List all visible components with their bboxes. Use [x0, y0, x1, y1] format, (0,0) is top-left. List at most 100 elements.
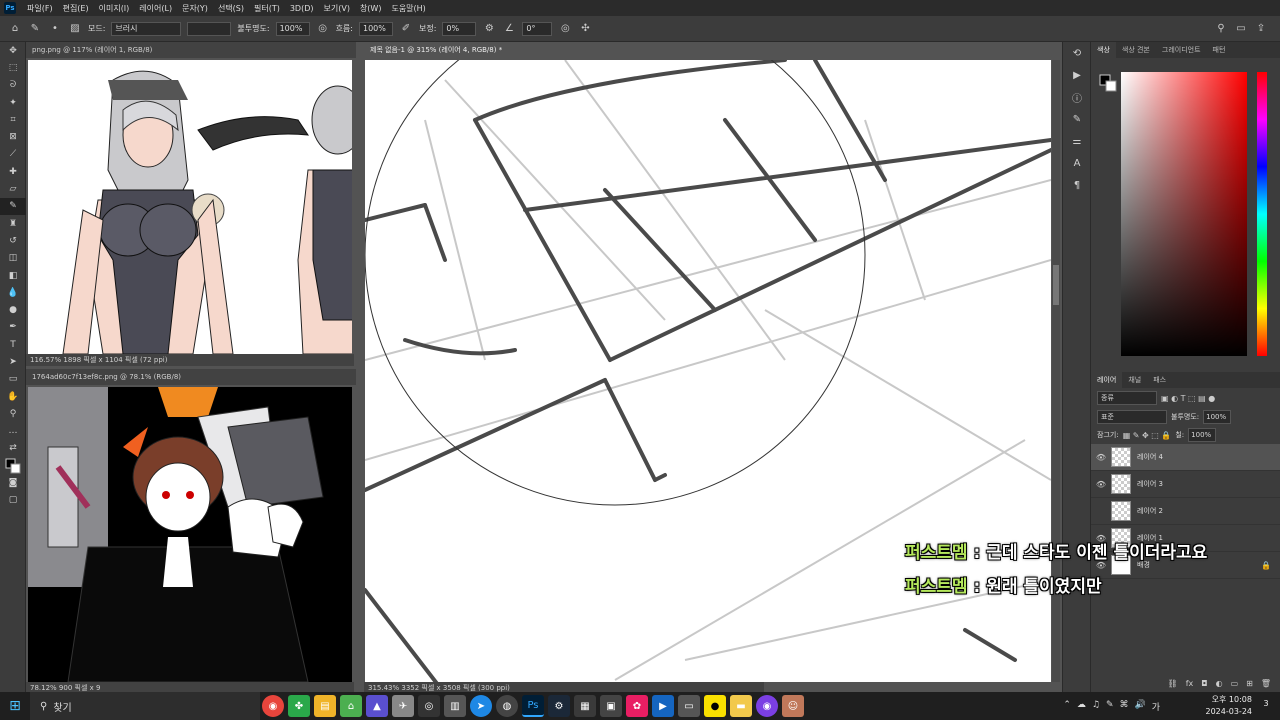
- healing-brush-icon[interactable]: ✚: [0, 163, 26, 180]
- tab-gradients[interactable]: 그레이디언트: [1156, 45, 1207, 55]
- screen-mode-icon[interactable]: ▢: [0, 492, 26, 509]
- tray-volume-icon[interactable]: 🔊: [1135, 700, 1146, 713]
- link-layers-icon[interactable]: ⛓: [1168, 679, 1178, 688]
- menu-select[interactable]: 선택(S): [213, 3, 249, 14]
- eraser-tool-icon-top[interactable]: ▱: [0, 180, 26, 197]
- menu-type[interactable]: 문자(Y): [177, 3, 213, 14]
- eye-icon[interactable]: 👁: [1091, 453, 1111, 462]
- home-icon[interactable]: ⌂: [8, 22, 22, 36]
- new-layer-icon[interactable]: ⊞: [1246, 679, 1253, 688]
- menu-view[interactable]: 보기(V): [319, 3, 355, 14]
- doc2-tab[interactable]: 1764ad60c7f13ef8c.png @ 78.1% (RGB/8): [26, 369, 356, 385]
- tray-up-arrow-icon[interactable]: ⌃: [1063, 700, 1071, 713]
- pressure-opacity-icon[interactable]: ◎: [316, 22, 330, 36]
- sticky-notes-icon[interactable]: ▬: [730, 695, 752, 717]
- frame-tool-icon[interactable]: ⊠: [0, 128, 26, 145]
- dodge-tool-icon[interactable]: ●: [0, 301, 26, 318]
- smoothing-settings-icon[interactable]: ⚙: [482, 22, 496, 36]
- app-icon-play[interactable]: ▶: [652, 695, 674, 717]
- lasso-tool-icon[interactable]: ᘐ: [0, 77, 26, 94]
- type-tool-icon[interactable]: T: [0, 336, 26, 353]
- paragraph-icon[interactable]: ¶: [1063, 174, 1091, 196]
- stamp-tool-icon[interactable]: ♜: [0, 215, 26, 232]
- character-icon[interactable]: A: [1063, 152, 1091, 174]
- layer-filter-icons[interactable]: ▣ ◐ T ⬚ ▤ ●: [1161, 394, 1215, 403]
- adjustments-icon[interactable]: ⚌: [1063, 130, 1091, 152]
- menu-3d[interactable]: 3D(D): [285, 4, 319, 13]
- quick-select-icon[interactable]: ✦: [0, 94, 26, 111]
- hand-tool-icon[interactable]: ✋: [0, 388, 26, 405]
- shape-tool-icon[interactable]: ▭: [0, 371, 26, 388]
- tab-swatches[interactable]: 색상 견본: [1116, 45, 1156, 55]
- app-icon-house[interactable]: ⌂: [340, 695, 362, 717]
- brush-settings-icon[interactable]: ▨: [68, 22, 82, 36]
- eyedropper-icon[interactable]: ⟋: [0, 146, 26, 163]
- more-tools-icon[interactable]: …: [0, 423, 26, 440]
- blur-tool-icon[interactable]: 💧: [0, 284, 26, 301]
- angle-input[interactable]: 0°: [522, 21, 553, 36]
- brush-tool-icon-active[interactable]: ✎: [0, 197, 26, 215]
- menu-layer[interactable]: 레이어(L): [134, 3, 177, 14]
- brush-settings-panel-icon[interactable]: ✎: [1063, 108, 1091, 130]
- blend-mode-select[interactable]: 표준: [1097, 410, 1167, 424]
- swap-colors-icon[interactable]: ⇄: [0, 440, 26, 457]
- tray-headset-icon[interactable]: ♫: [1092, 700, 1100, 713]
- pressure-size-icon[interactable]: ◎: [558, 22, 572, 36]
- share-icon[interactable]: ⇪: [1254, 22, 1268, 36]
- menu-filter[interactable]: 필터(T): [249, 3, 285, 14]
- layer-row-4[interactable]: 👁 레이어 4: [1091, 444, 1280, 471]
- app-icon-green[interactable]: ✤: [288, 695, 310, 717]
- color-swatches-icon[interactable]: [0, 457, 26, 474]
- scrollbar-thumb[interactable]: [1053, 265, 1059, 305]
- tab-channels[interactable]: 채널: [1122, 375, 1147, 385]
- steam-icon[interactable]: ⚙: [548, 695, 570, 717]
- tab-layers[interactable]: 레이어: [1091, 372, 1123, 388]
- app-icon-box[interactable]: ▣: [600, 695, 622, 717]
- menu-image[interactable]: 이미지(I): [94, 3, 135, 14]
- tray-cloud-icon[interactable]: ☁: [1077, 700, 1086, 713]
- layer-row-2[interactable]: 레이어 2: [1091, 498, 1280, 525]
- hue-slider[interactable]: [1257, 72, 1267, 356]
- mode-extra-select[interactable]: [187, 21, 232, 36]
- history-brush-icon[interactable]: ↺: [0, 232, 26, 249]
- main-doc-tab[interactable]: 제목 없음-1 @ 315% (레이어 4, RGB/8) *: [364, 42, 524, 58]
- marquee-tool-icon[interactable]: ⬚: [0, 59, 26, 76]
- mode-select[interactable]: 브러시: [111, 21, 182, 36]
- tray-pen-icon[interactable]: ✎: [1106, 700, 1114, 713]
- crop-tool-icon[interactable]: ⌗: [0, 111, 26, 128]
- zoom-tool-icon[interactable]: ⚲: [0, 405, 26, 422]
- notification-badge[interactable]: 3: [1258, 699, 1274, 713]
- mask-icon[interactable]: ◘: [1201, 679, 1207, 688]
- doc1-canvas[interactable]: [28, 60, 352, 354]
- app-icon-window[interactable]: ▭: [678, 695, 700, 717]
- smoothing-input[interactable]: 0%: [442, 21, 477, 36]
- symmetry-icon[interactable]: ✣: [578, 22, 592, 36]
- app-icon-gray[interactable]: ▥: [444, 695, 466, 717]
- tray-network-icon[interactable]: ⌘: [1120, 700, 1129, 713]
- tab-paths[interactable]: 패스: [1147, 375, 1172, 385]
- color-picker-field[interactable]: [1121, 72, 1247, 356]
- menu-help[interactable]: 도움말(H): [386, 3, 430, 14]
- search-icon[interactable]: ⚲: [1214, 22, 1228, 36]
- fx-icon[interactable]: fx: [1186, 679, 1194, 688]
- doc2-canvas[interactable]: [28, 387, 352, 682]
- menu-window[interactable]: 창(W): [355, 3, 387, 14]
- pen-tool-icon[interactable]: ✒: [0, 319, 26, 336]
- eraser-tool-icon[interactable]: ◫: [0, 250, 26, 267]
- info-icon[interactable]: ⓘ: [1063, 86, 1091, 108]
- eye-icon[interactable]: 👁: [1091, 480, 1111, 489]
- app-icon-avatar[interactable]: ☺: [782, 695, 804, 717]
- quick-mask-icon[interactable]: ◙: [0, 474, 26, 491]
- kakaotalk-icon[interactable]: ●: [704, 695, 726, 717]
- app-icon-monitor[interactable]: ▦: [574, 695, 596, 717]
- photoshop-taskbar-icon[interactable]: Ps: [522, 695, 544, 717]
- app-icon-blue[interactable]: ➤: [470, 695, 492, 717]
- layer-opacity-input[interactable]: 100%: [1203, 410, 1232, 424]
- history-icon[interactable]: ⟲: [1063, 42, 1091, 64]
- gradient-tool-icon[interactable]: ◧: [0, 267, 26, 284]
- flow-input[interactable]: 100%: [358, 21, 393, 36]
- adjustment-layer-icon[interactable]: ◐: [1216, 679, 1223, 688]
- taskbar-search[interactable]: ⚲ 찾기: [30, 692, 260, 720]
- layer-filter-kind-select[interactable]: 종류: [1097, 391, 1157, 405]
- app-icon-triangle[interactable]: ▲: [366, 695, 388, 717]
